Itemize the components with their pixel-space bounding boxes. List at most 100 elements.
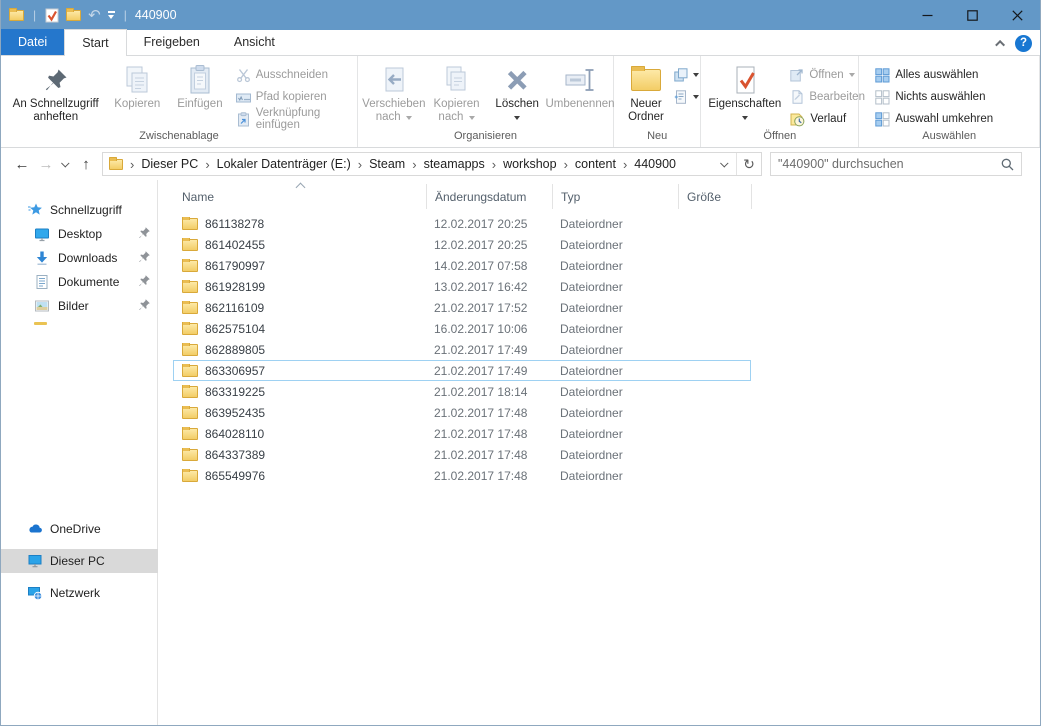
file-type: Dateiordner xyxy=(560,258,623,273)
table-row[interactable]: 864028110 21.02.2017 17:48 Dateiordner xyxy=(173,423,751,444)
table-row[interactable]: 861928199 13.02.2017 16:42 Dateiordner xyxy=(173,276,751,297)
delete-button[interactable]: Löschen xyxy=(487,59,547,130)
move-to-button: Verschieben nach xyxy=(362,59,426,130)
sidebar-item-documents[interactable]: Dokumente xyxy=(1,270,158,294)
column-header-size[interactable]: Größe xyxy=(678,184,752,209)
breadcrumb-item[interactable]: 440900 xyxy=(634,157,676,171)
table-row[interactable]: 864337389 21.02.2017 17:48 Dateiordner xyxy=(173,444,751,465)
table-row[interactable]: 863319225 21.02.2017 18:14 Dateiordner xyxy=(173,381,751,402)
scissors-icon xyxy=(236,68,251,83)
pin-to-quick-access-button[interactable]: An Schnellzugriff anheften xyxy=(5,59,106,130)
group-label-open: Öffnen xyxy=(763,130,797,142)
new-folder-icon xyxy=(631,62,661,98)
recent-locations-chevron-icon[interactable] xyxy=(58,159,74,168)
sidebar-item-downloads[interactable]: Downloads xyxy=(1,246,158,270)
tab-start[interactable]: Start xyxy=(64,29,127,56)
file-modified: 21.02.2017 17:48 xyxy=(434,447,528,462)
new-item-button[interactable] xyxy=(674,64,700,86)
folder-icon xyxy=(182,258,198,272)
sidebar-item-onedrive[interactable]: OneDrive xyxy=(1,517,158,541)
crumb-separator: › xyxy=(491,156,497,172)
folder-icon xyxy=(182,363,198,377)
folder-icon xyxy=(182,447,198,461)
folder-icon xyxy=(182,426,198,440)
address-dropdown-icon[interactable] xyxy=(714,153,736,175)
address-bar[interactable]: › Dieser PC › Lokaler Datenträger (E:) ›… xyxy=(102,152,762,176)
column-header-name[interactable]: Name xyxy=(174,182,426,209)
tab-ansicht[interactable]: Ansicht xyxy=(217,29,292,55)
refresh-button[interactable]: ↻ xyxy=(736,153,761,175)
dropdown-caret-icon xyxy=(741,116,748,120)
new-folder-button[interactable]: Neuer Ordner xyxy=(618,59,674,130)
table-row[interactable]: 863952435 21.02.2017 17:48 Dateiordner xyxy=(173,402,751,423)
breadcrumb-item[interactable]: workshop xyxy=(503,157,557,171)
onedrive-icon xyxy=(27,521,43,537)
column-header-type[interactable]: Typ xyxy=(552,184,678,209)
select-none-button[interactable]: Nichts auswählen xyxy=(871,86,1031,108)
sidebar-item-pictures[interactable]: Bilder xyxy=(1,294,158,318)
downloads-icon xyxy=(34,250,50,266)
table-row[interactable]: 861790997 14.02.2017 07:58 Dateiordner xyxy=(173,255,751,276)
breadcrumb-item[interactable]: content xyxy=(575,157,616,171)
easy-access-button[interactable] xyxy=(674,86,700,108)
invert-selection-button[interactable]: Auswahl umkehren xyxy=(871,108,1031,130)
copy-icon xyxy=(122,62,152,98)
breadcrumb-item[interactable]: steamapps xyxy=(424,157,485,171)
file-name: 862116109 xyxy=(205,300,265,315)
file-modified: 12.02.2017 20:25 xyxy=(434,237,528,252)
table-row[interactable]: 865549976 21.02.2017 17:48 Dateiordner xyxy=(173,465,751,486)
file-rows: 861138278 12.02.2017 20:25 Dateiordner 8… xyxy=(173,213,751,486)
folder-icon xyxy=(182,468,198,482)
app-folder-icon xyxy=(9,7,24,21)
qat-customize-button[interactable] xyxy=(107,11,115,19)
file-name: 863319225 xyxy=(205,384,266,399)
copy-to-button: Kopieren nach xyxy=(426,59,488,130)
breadcrumb-item[interactable]: Steam xyxy=(369,157,405,171)
collapse-ribbon-icon[interactable] xyxy=(995,39,1006,50)
sidebar-item-network[interactable]: Netzwerk xyxy=(1,581,158,605)
copy-button: Kopieren xyxy=(106,59,168,130)
file-modified: 21.02.2017 17:48 xyxy=(434,426,528,441)
navigation-bar: ← → ↑ › Dieser PC › Lokaler Datenträger … xyxy=(1,148,1040,180)
table-row[interactable]: 862889805 21.02.2017 17:49 Dateiordner xyxy=(173,339,751,360)
history-button[interactable]: Verlauf xyxy=(786,108,858,130)
select-all-button[interactable]: Alles auswählen xyxy=(871,64,1031,86)
breadcrumb-item[interactable]: Dieser PC xyxy=(141,157,198,171)
help-button[interactable]: ? xyxy=(1015,34,1032,52)
qat-properties-button[interactable] xyxy=(45,8,59,23)
search-box[interactable] xyxy=(770,152,1022,176)
table-row[interactable]: 862575104 16.02.2017 10:06 Dateiordner xyxy=(173,318,751,339)
titlebar: | ↶ | 440900 xyxy=(1,0,1040,30)
file-name: 862575104 xyxy=(205,321,266,336)
maximize-button[interactable] xyxy=(950,0,995,30)
explorer-window: | ↶ | 440900 Datei Start Freigeben Ansic… xyxy=(0,0,1041,726)
column-header-modified[interactable]: Änderungsdatum xyxy=(426,184,552,209)
sidebar-item-quick-access[interactable]: Schnellzugriff xyxy=(1,198,158,222)
table-row[interactable]: 861402455 12.02.2017 20:25 Dateiordner xyxy=(173,234,751,255)
dropdown-caret-icon xyxy=(468,116,475,120)
search-icon xyxy=(1001,158,1014,171)
new-item-icon xyxy=(674,68,688,82)
file-type: Dateiordner xyxy=(560,321,623,336)
sidebar-item-desktop[interactable]: Desktop xyxy=(1,222,158,246)
select-none-icon xyxy=(875,89,890,105)
tab-freigeben[interactable]: Freigeben xyxy=(127,29,217,55)
minimize-button[interactable] xyxy=(905,0,950,30)
table-row[interactable]: 863306957 21.02.2017 17:49 Dateiordner xyxy=(173,360,751,381)
up-button[interactable]: ↑ xyxy=(74,152,98,176)
search-input[interactable] xyxy=(778,157,1001,171)
table-row[interactable]: 862116109 21.02.2017 17:52 Dateiordner xyxy=(173,297,751,318)
close-button[interactable] xyxy=(995,0,1040,30)
folder-icon xyxy=(182,237,198,251)
history-icon xyxy=(790,112,805,127)
breadcrumb-item[interactable]: Lokaler Datenträger (E:) xyxy=(217,157,351,171)
table-row[interactable]: 861138278 12.02.2017 20:25 Dateiordner xyxy=(173,213,751,234)
file-type: Dateiordner xyxy=(560,405,623,420)
tab-datei[interactable]: Datei xyxy=(1,29,65,55)
properties-button[interactable]: Eigenschaften xyxy=(703,59,786,130)
back-button[interactable]: ← xyxy=(10,152,34,176)
qat-new-folder-button[interactable] xyxy=(66,7,82,21)
file-modified: 16.02.2017 10:06 xyxy=(434,321,528,336)
sidebar-item-this-pc[interactable]: Dieser PC xyxy=(1,549,158,573)
file-type: Dateiordner xyxy=(560,279,623,294)
